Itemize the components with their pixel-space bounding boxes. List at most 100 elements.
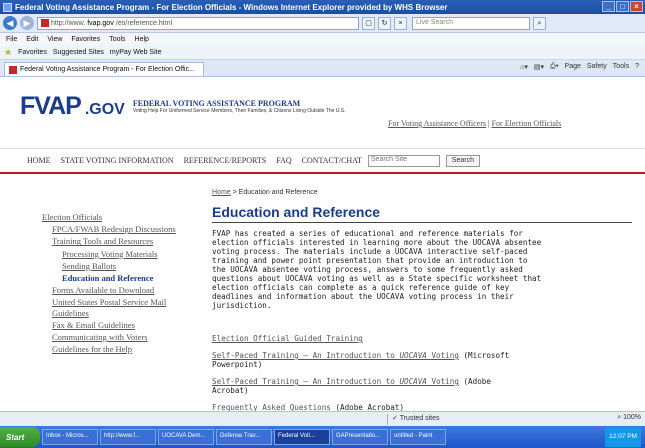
favorites-bar: ★ Favorites Suggested Sites myPay Web Si… [0,46,645,60]
command-safety[interactable]: Safety [587,63,607,71]
sidebar-item-fpca-fwab[interactable]: FPCA/FWAB Redesign Discussions [42,224,182,234]
link-text-suffix: Voting [426,377,459,386]
favorite-mypay[interactable]: myPay Web Site [110,49,162,56]
link-text-italic: UOCAVA [399,377,427,386]
menu-tools[interactable]: Tools [109,36,125,43]
security-zone[interactable]: ✓ Trusted sites [387,414,552,425]
zoom-level: 100% [623,414,641,421]
start-button[interactable]: Start [0,427,40,447]
ie-icon [3,2,12,12]
link-format-note: (Adobe Acrobat) [330,403,405,411]
sidebar-item-election-officials[interactable]: Election Officials [42,212,182,222]
nav-faq[interactable]: FAQ [276,156,291,165]
nav-reference-reports[interactable]: REFERENCE/REPORTS [184,156,267,165]
sidebar: Election Officials FPCA/FWAB Redesign Di… [42,212,182,356]
link-guided-training[interactable]: Election Official Guided Training [212,334,363,343]
sidebar-item-forms-download[interactable]: Forms Available to Download [42,285,182,295]
sidebar-item-processing-voting[interactable]: Processing Voting Materials [42,249,182,259]
resource-links: Election Official Guided Training Self-P… [212,334,532,411]
favorite-suggested-sites[interactable]: Suggested Sites [53,49,104,56]
site-logo[interactable]: FVAP .GOV FEDERAL VOTING ASSISTANCE PROG… [20,92,346,121]
url-prefix: http://www. [51,19,86,27]
window-title: Federal Voting Assistance Program - For … [15,2,448,12]
logo-gov: .GOV [84,100,125,118]
menu-edit[interactable]: Edit [26,36,38,43]
breadcrumb-home[interactable]: Home [212,189,231,196]
status-bar: ✓ Trusted sites ⌕ 100% [0,411,645,426]
site-favicon [41,19,49,27]
link-election-officials[interactable]: For Election Officials [492,119,562,128]
zoom-control[interactable]: ⌕ 100% [617,414,641,422]
url-domain: fvap.gov [87,19,114,27]
close-button[interactable]: × [630,1,643,12]
zoom-icon: ⌕ [617,414,622,421]
tab-favicon [9,65,17,74]
link-faq-pdf[interactable]: Frequently Asked Questions [212,403,331,411]
command-page[interactable]: Page [565,63,581,71]
resource-link-row: Self-Paced Training – An Introduction to… [212,377,532,395]
task-paint[interactable]: untitled - Paint [390,429,446,445]
system-tray: 12:07 PM [605,427,641,447]
main-nav: HOME STATE VOTING INFORMATION REFERENCE/… [0,148,645,172]
page-title: Education and Reference [212,204,632,223]
program-tagline: Voting Help For Uniformed Service Member… [132,108,346,114]
maximize-button[interactable]: □ [616,1,629,12]
nav-home[interactable]: HOME [27,156,51,165]
window-title-bar: Federal Voting Assistance Program - For … [0,0,645,14]
resource-link-row: Self-Paced Training – An Introduction to… [212,351,532,369]
task-gapresentation[interactable]: GAPresentatio... [332,429,388,445]
menu-file[interactable]: File [6,36,17,43]
task-http[interactable]: http://www.f... [100,429,156,445]
security-zone-label: Trusted sites [399,415,440,422]
link-voting-assistance-officers[interactable]: For Voting Assistance Officers [388,119,486,128]
menu-favorites[interactable]: Favorites [71,36,100,43]
search-icon[interactable]: ⌕ [533,16,546,30]
program-name: FEDERAL VOTING ASSISTANCE PROGRAM [132,99,301,108]
sidebar-item-guidelines-help[interactable]: Guidelines for the Help [42,344,182,354]
sidebar-item-sending-ballots[interactable]: Sending Ballots [42,261,182,271]
command-bar: ⌂▾ ▤▾ ⎙▾ Page Safety Tools ? [520,63,639,71]
url-path: /eo/reference.html [115,19,173,27]
logo-fvap: FVAP [20,92,82,120]
menu-help[interactable]: Help [135,36,149,43]
link-self-paced-ppt[interactable]: Self-Paced Training – An Introduction to… [212,351,459,360]
favorites-star-icon[interactable]: ★ [4,47,12,58]
forward-button[interactable]: ▶ [20,16,34,30]
nav-state-voting-info[interactable]: STATE VOTING INFORMATION [61,156,174,165]
task-federal-voting[interactable]: Federal Voti... [274,429,330,445]
menu-view[interactable]: View [47,36,62,43]
program-heading: FEDERAL VOTING ASSISTANCE PROGRAM Voting… [133,99,346,114]
sidebar-item-education-reference[interactable]: Education and Reference [42,273,182,283]
link-self-paced-pdf[interactable]: Self-Paced Training – An Introduction to… [212,377,459,386]
task-inbox[interactable]: Inbox - Micros... [42,429,98,445]
back-button[interactable]: ◀ [3,16,17,30]
live-search-input[interactable]: Live Search [412,16,530,30]
address-field[interactable]: http://www. fvap.gov/eo/reference.html [37,16,359,30]
command-tools[interactable]: Tools [613,63,629,71]
windows-taskbar: Start Inbox - Micros... http://www.f... … [0,426,645,448]
favorites-label[interactable]: Favorites [18,49,47,56]
resource-link-row: Frequently Asked Questions (Adobe Acroba… [212,403,532,411]
task-defense-travel[interactable]: Defense Trav... [216,429,272,445]
sidebar-item-training-tools[interactable]: Training Tools and Resources [42,236,182,246]
link-text: Self-Paced Training – An Introduction to [212,377,400,386]
sidebar-item-communicating[interactable]: Communicating with Voters [42,332,182,342]
refresh-icon[interactable]: ↻ [378,16,391,30]
audience-separator: | [488,119,490,128]
feeds-icon[interactable]: ▤▾ [534,63,544,71]
compatibility-icon[interactable]: ▢ [362,16,375,30]
site-search-input[interactable]: Search Site [367,154,440,167]
sidebar-item-fax-email[interactable]: Fax & Email Guidelines [42,320,182,330]
home-icon[interactable]: ⌂▾ [520,63,528,71]
tray-clock[interactable]: 12:07 PM [609,433,637,440]
help-icon[interactable]: ? [635,63,639,71]
stop-icon[interactable]: × [394,16,407,30]
nav-contact-chat[interactable]: CONTACT/CHAT [302,156,362,165]
page-content: FVAP .GOV FEDERAL VOTING ASSISTANCE PROG… [0,77,645,411]
site-search-button[interactable]: Search [445,154,480,167]
minimize-button[interactable]: _ [602,1,615,12]
print-icon[interactable]: ⎙▾ [550,63,559,71]
task-uocava[interactable]: UOCAVA Dem... [158,429,214,445]
tab-fvap[interactable]: Federal Voting Assistance Program - For … [4,62,204,76]
sidebar-item-usps-guidelines[interactable]: United States Postal Service Mail Guidel… [42,297,182,317]
